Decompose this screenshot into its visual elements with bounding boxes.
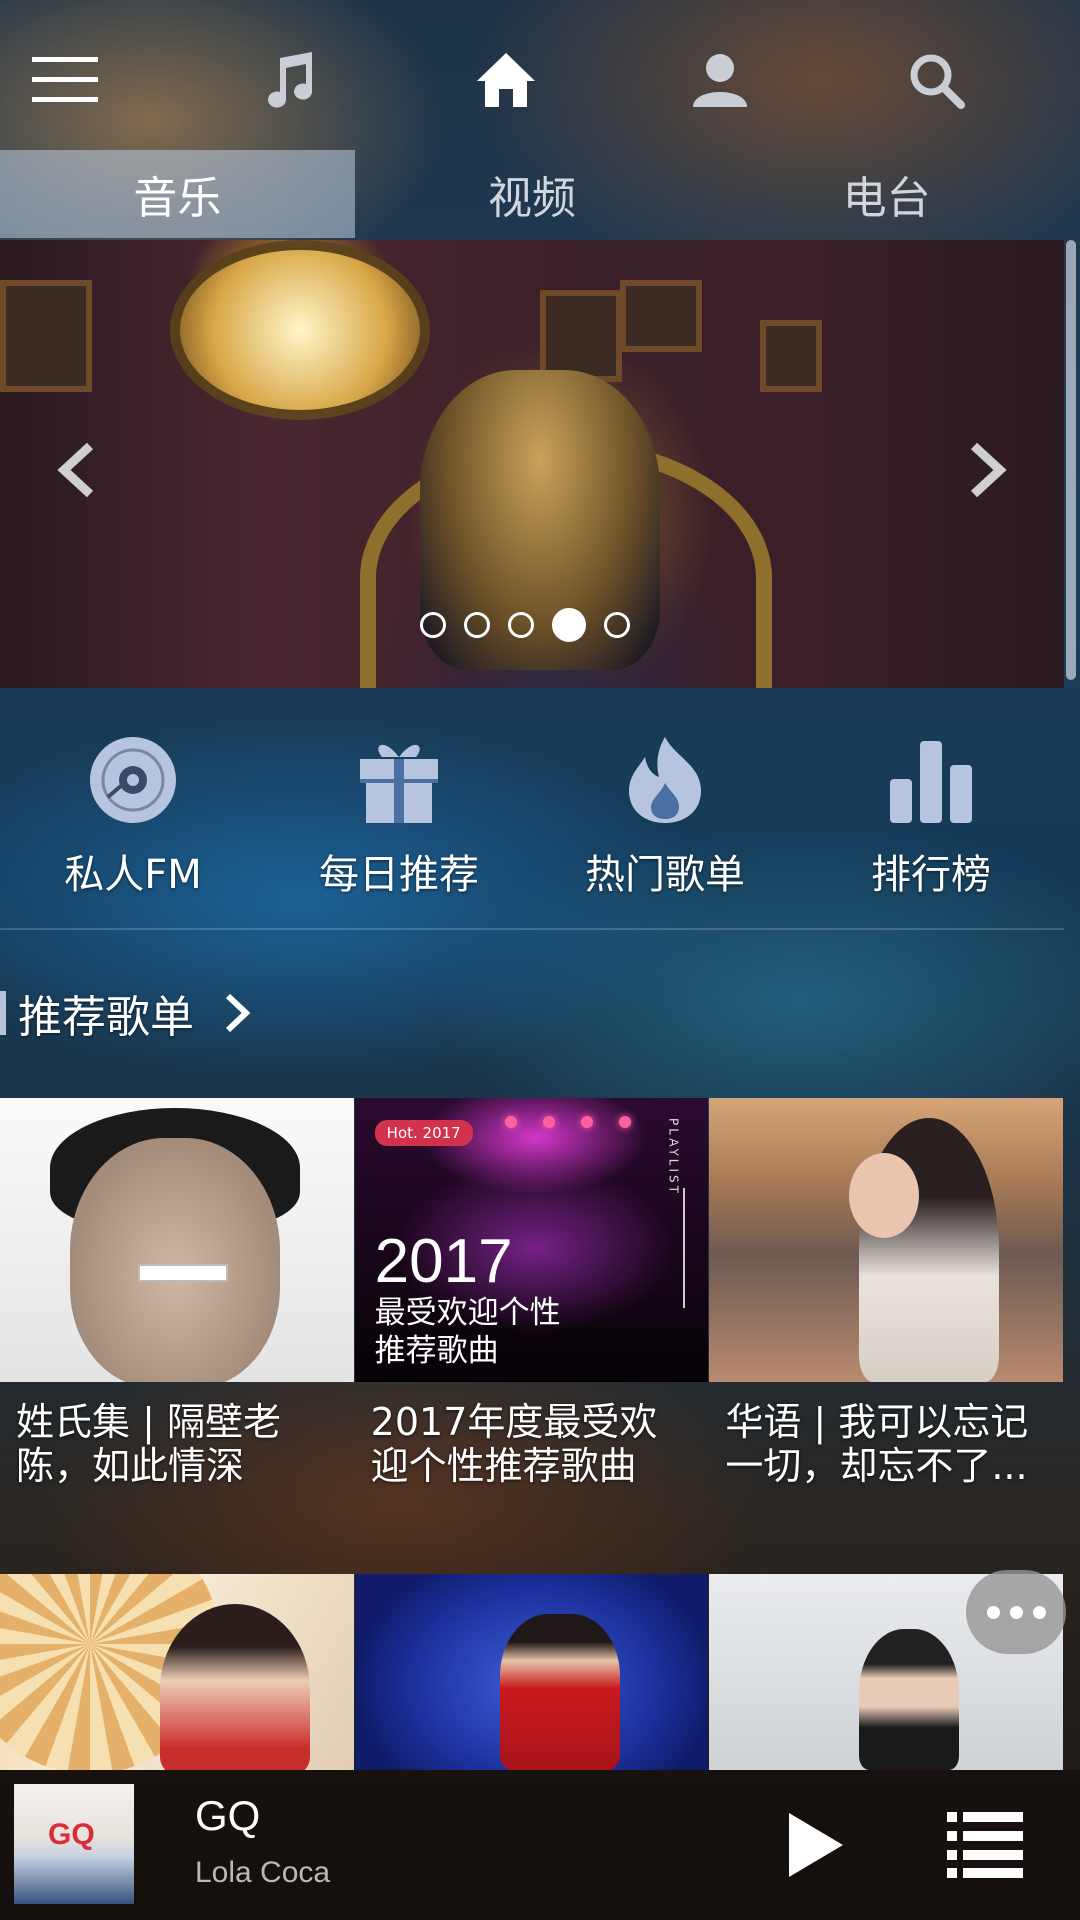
song-title[interactable]: GQ — [195, 1792, 260, 1840]
playlist-queue-button[interactable] — [940, 1800, 1030, 1890]
bar-chart-icon — [890, 741, 972, 823]
music-note-icon — [268, 52, 312, 108]
profile-button[interactable] — [680, 40, 760, 120]
banner-clock-art — [170, 240, 430, 420]
playlist-title[interactable]: 姓氏集 | 隔壁老陈，如此情深 — [0, 1382, 354, 1530]
list-icon — [947, 1812, 1023, 1878]
more-dots-icon — [986, 1605, 1000, 1619]
banner-frame-art — [540, 290, 622, 382]
music-button[interactable] — [248, 40, 328, 120]
tab-music[interactable]: 音乐 — [0, 150, 355, 238]
banner-frame-art — [0, 280, 92, 392]
play-icon — [789, 1813, 843, 1877]
cover-subtitle: 最受欢迎个性 推荐歌曲 — [374, 1295, 561, 1369]
cover-side-text: PLAYLIST — [666, 1118, 681, 1196]
search-button[interactable] — [896, 40, 976, 120]
artist-name[interactable]: Lola Coca — [195, 1856, 330, 1890]
scrollbar[interactable] — [1066, 240, 1076, 680]
tab-video[interactable]: 视频 — [355, 150, 710, 238]
banner-carousel[interactable] — [0, 240, 1064, 688]
banner-dot[interactable] — [420, 612, 446, 638]
banner-page-indicator — [420, 608, 630, 642]
playlist-cover[interactable] — [0, 1574, 354, 1770]
shortcut-label: 每日推荐 — [319, 852, 479, 898]
section-marker — [0, 991, 6, 1035]
playlist-card[interactable] — [354, 1574, 709, 1770]
banner-dot-active[interactable] — [552, 608, 586, 642]
shortcut-label: 热门歌单 — [585, 852, 745, 898]
divider — [0, 928, 1064, 930]
playlist-card[interactable]: 姓氏集 | 隔壁老陈，如此情深 — [0, 1098, 354, 1530]
home-icon — [477, 53, 535, 107]
banner-frame-art — [760, 320, 822, 392]
banner-frame-art — [620, 280, 702, 352]
mini-player: GQ GQ Lola Coca — [0, 1770, 1080, 1920]
shortcut-label: 私人FM — [64, 852, 202, 898]
menu-button[interactable] — [26, 40, 106, 120]
play-button[interactable] — [770, 1800, 860, 1890]
playlist-card[interactable] — [0, 1574, 354, 1770]
gift-icon — [360, 744, 438, 823]
chevron-left-icon — [57, 442, 94, 498]
shortcut-charts[interactable]: 排行榜 — [798, 730, 1064, 910]
banner-next-button[interactable] — [958, 430, 1018, 510]
playlist-card[interactable]: 华语 | 我可以忘记一切，却忘不了... — [709, 1098, 1064, 1530]
banner-dot[interactable] — [604, 612, 630, 638]
shortcut-hot-playlists[interactable]: 热门歌单 — [532, 730, 798, 910]
menu-icon — [32, 57, 98, 102]
playlist-title[interactable]: 2017年度最受欢迎个性推荐歌曲 — [355, 1382, 709, 1530]
recommended-playlists-header[interactable]: 推荐歌单 — [0, 980, 250, 1046]
flame-icon — [629, 737, 701, 823]
tab-radio[interactable]: 电台 — [709, 150, 1064, 238]
cover-badge: Hot. 2017 — [374, 1120, 473, 1146]
playlist-row: 姓氏集 | 隔壁老陈，如此情深 Hot. 2017 PLAYLIST 2017 … — [0, 1098, 1064, 1530]
playlist-card[interactable]: Hot. 2017 PLAYLIST 2017 最受欢迎个性 推荐歌曲 2017… — [354, 1098, 709, 1530]
cover-year: 2017 — [374, 1227, 513, 1296]
playlist-title[interactable]: 华语 | 我可以忘记一切，却忘不了... — [709, 1382, 1063, 1530]
banner-prev-button[interactable] — [46, 430, 106, 510]
top-nav-bar — [0, 0, 1080, 150]
more-options-button[interactable] — [966, 1570, 1066, 1654]
shortcut-label: 排行榜 — [871, 852, 991, 898]
playlist-cover[interactable]: Hot. 2017 PLAYLIST 2017 最受欢迎个性 推荐歌曲 — [354, 1098, 709, 1382]
playlist-cover[interactable] — [709, 1098, 1064, 1382]
shortcut-daily-recommend[interactable]: 每日推荐 — [266, 730, 532, 910]
chevron-right-icon — [970, 442, 1007, 498]
shortcut-personal-fm[interactable]: 私人FM — [0, 730, 266, 910]
playlist-cover[interactable] — [354, 1574, 709, 1770]
banner-dot[interactable] — [464, 612, 490, 638]
vinyl-disc-icon — [90, 737, 176, 823]
home-button[interactable] — [466, 40, 546, 120]
shortcut-row: 私人FM 每日推荐 热门歌单 排行榜 — [0, 730, 1064, 910]
playlist-row — [0, 1574, 1064, 1770]
section-title: 推荐歌单 — [18, 992, 194, 1043]
chevron-right-icon — [225, 993, 250, 1033]
playlist-cover[interactable] — [0, 1098, 354, 1382]
banner-dot[interactable] — [508, 612, 534, 638]
search-icon — [910, 54, 965, 109]
cover-logo: GQ — [48, 1818, 95, 1851]
user-icon — [693, 54, 747, 107]
now-playing-cover[interactable]: GQ — [14, 1784, 134, 1904]
content-tabs: 音乐 视频 电台 — [0, 150, 1064, 238]
